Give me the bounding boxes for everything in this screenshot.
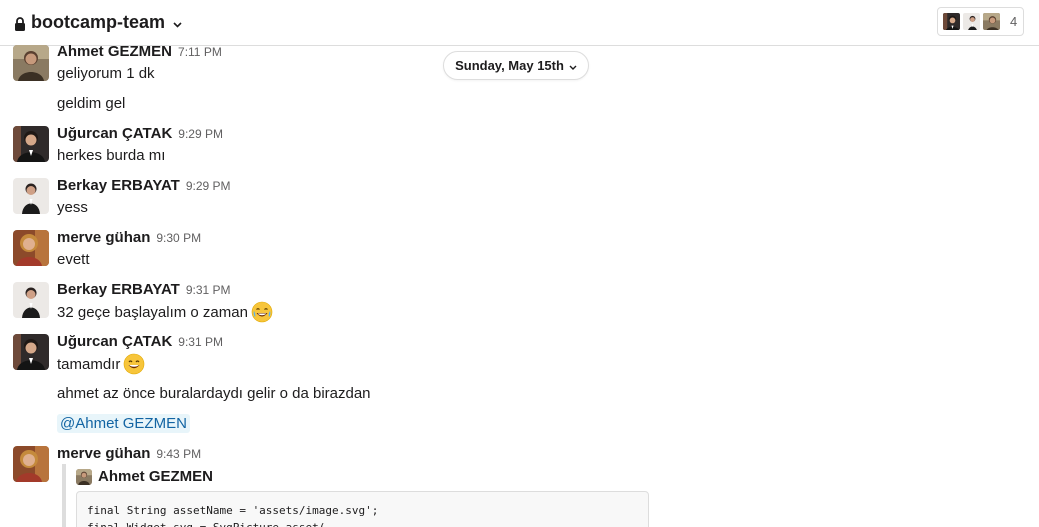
member-count: 4 xyxy=(1010,14,1018,29)
date-divider-button[interactable]: Sunday, May 15th xyxy=(443,51,589,80)
message-author[interactable]: Uğurcan ÇATAK 9:31 PM xyxy=(57,333,223,350)
chevron-down-icon xyxy=(569,58,577,73)
avatar[interactable] xyxy=(13,178,49,214)
message-text: ahmet az önce buralardaydı gelir o da bi… xyxy=(57,385,371,402)
shared-message-quote: Ahmet GEZMEN final String assetName = 'a… xyxy=(62,464,662,527)
message-author[interactable]: merve gühan 9:30 PM xyxy=(57,229,201,246)
lock-icon xyxy=(14,15,26,31)
message-text: geldim gel xyxy=(57,95,126,112)
avatar[interactable] xyxy=(13,282,49,318)
message-text: @Ahmet GEZMEN xyxy=(57,414,190,433)
channel-name-button[interactable]: bootcamp-team xyxy=(14,10,182,34)
chevron-down-icon xyxy=(173,12,182,33)
date-label: Sunday, May 15th xyxy=(455,58,564,73)
avatar[interactable] xyxy=(13,126,49,162)
channel-name: bootcamp-team xyxy=(31,11,166,32)
message-timestamp[interactable]: 9:43 PM xyxy=(156,447,201,461)
quote-author[interactable]: Ahmet GEZMEN xyxy=(76,468,213,485)
channel-header: bootcamp-team 4 xyxy=(0,0,1039,46)
message-text: geliyorum 1 dk xyxy=(57,65,155,82)
message-author[interactable]: Berkay ERBAYAT 9:29 PM xyxy=(57,177,231,194)
laughing-tears-icon[interactable] xyxy=(251,301,273,323)
avatar[interactable] xyxy=(13,446,49,482)
grinning-face-icon[interactable] xyxy=(123,353,145,375)
message-author[interactable]: merve gühan 9:43 PM xyxy=(57,445,201,462)
message-timestamp[interactable]: 9:29 PM xyxy=(178,127,223,141)
message-timestamp[interactable]: 9:31 PM xyxy=(178,335,223,349)
message-author[interactable]: Uğurcan ÇATAK 9:29 PM xyxy=(57,125,223,142)
message-timestamp[interactable]: 9:29 PM xyxy=(186,179,231,193)
message-text: yess xyxy=(57,199,88,216)
code-block: final String assetName = 'assets/image.s… xyxy=(76,491,649,527)
avatar[interactable] xyxy=(13,334,49,370)
message-timestamp[interactable]: 7:11 PM xyxy=(178,45,222,59)
message-author[interactable]: Berkay ERBAYAT 9:31 PM xyxy=(57,281,231,298)
message-text: evett xyxy=(57,251,90,268)
message-text: herkes burda mı xyxy=(57,147,166,164)
code-line: final String assetName = 'assets/image.s… xyxy=(87,504,379,517)
message-timestamp[interactable]: 9:30 PM xyxy=(156,231,201,245)
member-list-button[interactable]: 4 xyxy=(937,7,1024,36)
avatar[interactable] xyxy=(13,45,49,81)
member-avatar xyxy=(982,12,1001,31)
message-author[interactable]: Ahmet GEZMEN 7:11 PM xyxy=(57,43,222,60)
user-mention-link[interactable]: @Ahmet GEZMEN xyxy=(57,414,190,433)
avatar[interactable] xyxy=(13,230,49,266)
code-line: final Widget svg = SvgPicture.asset( xyxy=(87,519,638,527)
message-text: 32 geçe başlayalım o zaman xyxy=(57,301,273,323)
message-text: tamamdır xyxy=(57,353,145,375)
member-avatar xyxy=(942,12,961,31)
avatar xyxy=(76,469,92,485)
member-avatar xyxy=(962,12,981,31)
message-timestamp[interactable]: 9:31 PM xyxy=(186,283,231,297)
